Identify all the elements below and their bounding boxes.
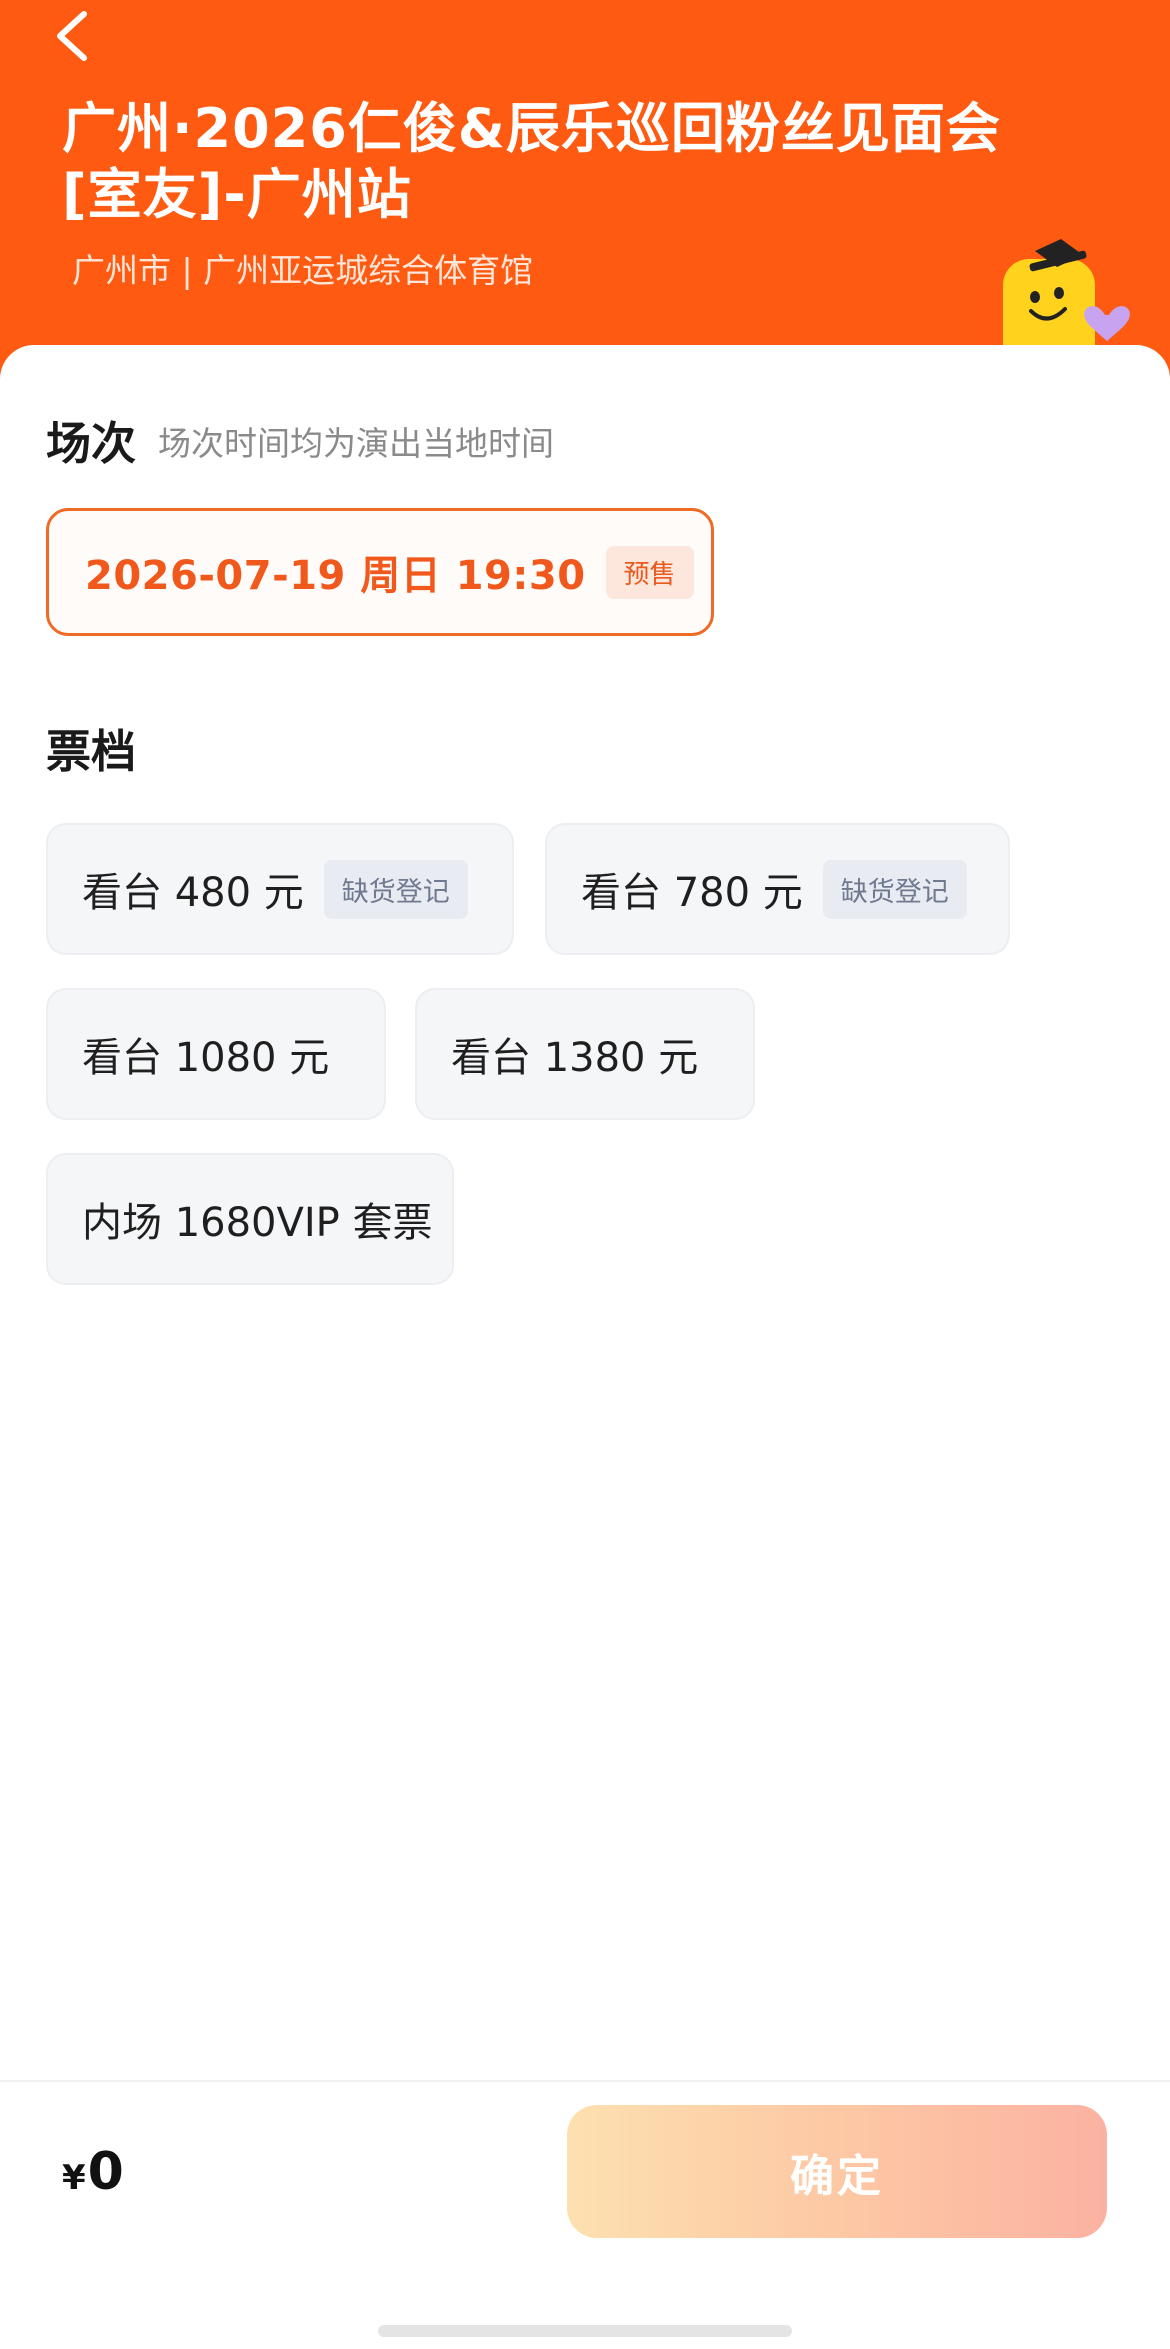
selection-sheet: 场次 场次时间均为演出当地时间 2026-07-19 周日 19:30 预售 票…: [0, 345, 1170, 2080]
tier-label: 看台 780 元: [581, 870, 803, 916]
ticket-selection-page: 广州·2026仁俊&辰乐巡回粉丝见面会[室友]-广州站 广州市 | 广州亚运城综…: [0, 0, 1170, 2349]
out-of-stock-badge: 缺货登记: [323, 859, 468, 919]
back-button[interactable]: [52, 4, 112, 68]
home-indicator: [378, 2325, 792, 2337]
tier-label: 看台 1080 元: [82, 1035, 330, 1081]
presale-badge: 预售: [605, 545, 694, 599]
tier-label: 看台 480 元: [82, 870, 304, 916]
total-price: ¥ 0: [62, 2142, 124, 2202]
confirm-button[interactable]: 确定: [567, 2105, 1107, 2238]
event-location: 广州市 | 广州亚运城综合体育馆: [72, 251, 534, 290]
event-header: 广州·2026仁俊&辰乐巡回粉丝见面会[室友]-广州站 广州市 | 广州亚运城综…: [0, 0, 1170, 400]
checkout-bar: ¥ 0 确定: [0, 2080, 1170, 2349]
price-amount: 0: [87, 2142, 124, 2202]
session-heading: 场次: [46, 417, 137, 470]
session-hint: 场次时间均为演出当地时间: [158, 424, 554, 463]
chevron-left-icon: [57, 11, 87, 61]
smiley-mascot-icon: [1003, 239, 1130, 355]
tier-option-1380[interactable]: 看台 1380 元: [415, 988, 755, 1120]
tier-heading: 票档: [46, 725, 137, 778]
tier-label: 内场 1680VIP 套票: [82, 1200, 433, 1246]
session-date: 2026-07-19 周日 19:30: [85, 553, 586, 599]
session-option-selected[interactable]: 2026-07-19 周日 19:30 预售: [46, 508, 714, 636]
currency-symbol: ¥: [62, 2158, 86, 2198]
tier-option-480[interactable]: 看台 480 元 缺货登记: [46, 823, 514, 955]
tier-option-780[interactable]: 看台 780 元 缺货登记: [545, 823, 1010, 955]
event-title: 广州·2026仁俊&辰乐巡回粉丝见面会[室友]-广州站: [62, 97, 1001, 226]
tier-option-1680-vip[interactable]: 内场 1680VIP 套票: [46, 1153, 454, 1285]
out-of-stock-badge: 缺货登记: [822, 859, 967, 919]
tier-option-1080[interactable]: 看台 1080 元: [46, 988, 386, 1120]
tier-label: 看台 1380 元: [451, 1035, 699, 1081]
